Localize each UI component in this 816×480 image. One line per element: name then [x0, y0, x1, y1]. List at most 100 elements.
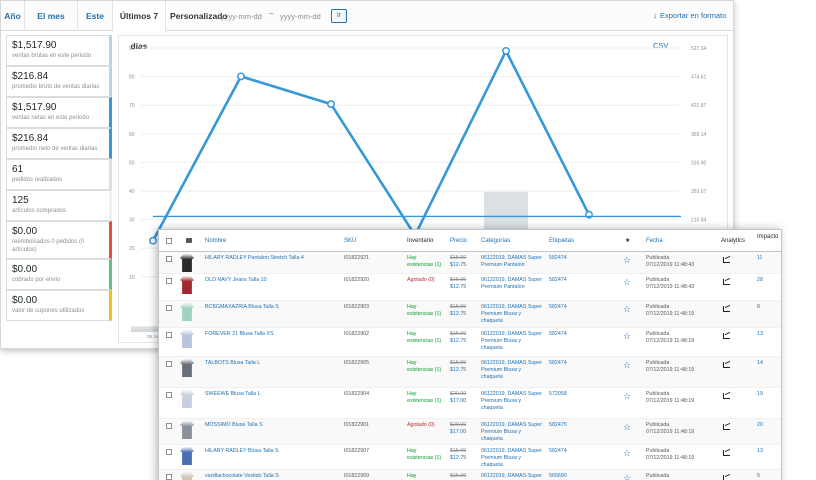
analytics-chart-icon[interactable] [723, 257, 730, 263]
right-axis-tick: 474.61 [691, 75, 707, 81]
table-row[interactable]: TALBOTS Blusa Talla L I01822905 Hay existe… [159, 357, 781, 388]
table-row[interactable]: BCBGMAXAZRIA Blusa Talla S I01822903 Hay e… [159, 301, 781, 328]
column-header[interactable]: SKU [344, 230, 356, 252]
product-tags[interactable]: 582475 [549, 422, 567, 429]
legend-item[interactable]: $0.00 reembolsados 0 pedidos (0 artículos… [6, 221, 112, 259]
legend-item[interactable]: $0.00 valor de cupones utilizados [6, 290, 112, 321]
table-row[interactable]: OLD NAVY Jeans Talla 10 I01822920 Agotado … [159, 274, 781, 301]
product-name-link[interactable]: SWEEWE Blusa Talla L [205, 391, 261, 398]
product-tags[interactable]: 582474 [549, 360, 567, 367]
table-row[interactable]: MOSSIMO Blusa Talla S I01822901 Agotado (0… [159, 419, 781, 445]
product-categories[interactable]: 06122019, DAMAS Super Premium Pantalon [481, 277, 543, 291]
product-name-link[interactable]: MOSSIMO Blusa Talla S [205, 422, 263, 429]
product-thumbnail[interactable] [180, 421, 194, 439]
product-tags[interactable]: 582474 [549, 331, 567, 338]
product-name-link[interactable]: BCBGMAXAZRIA Blusa Talla S [205, 304, 279, 311]
table-row[interactable]: SWEEWE Blusa Talla L I01822904 Hay existen… [159, 388, 781, 419]
featured-star-icon[interactable]: ☆ [623, 473, 631, 480]
column-header[interactable]: Etiquetas [549, 230, 574, 252]
product-tags[interactable]: 582474 [549, 277, 567, 284]
row-checkbox[interactable] [166, 332, 172, 338]
product-thumbnail[interactable] [180, 303, 194, 321]
product-categories[interactable]: 06122019, DAMAS Super Premium Pantalon [481, 255, 543, 269]
featured-star-icon[interactable]: ☆ [623, 277, 631, 288]
featured-star-icon[interactable]: ☆ [623, 422, 631, 433]
row-checkbox[interactable] [166, 256, 172, 262]
legend-item[interactable]: 61 pedidos realizados [6, 159, 112, 190]
analytics-chart-icon[interactable] [723, 279, 730, 285]
product-categories[interactable]: 06122019, DAMAS Super Premium Blusa y ch… [481, 448, 543, 469]
featured-star-icon[interactable]: ☆ [623, 391, 631, 402]
legend-item[interactable]: $216.84 promedio neto de ventas diarias [6, 128, 112, 159]
export-csv-link[interactable]: ↓ Exportar en formato CSV [653, 1, 733, 50]
row-checkbox[interactable] [166, 392, 172, 398]
product-tags[interactable]: 582474 [549, 255, 567, 262]
product-tags[interactable]: 582474 [549, 448, 567, 455]
table-row[interactable]: FOREVER 21 Blusa Talla XS I01822902 Hay ex… [159, 328, 781, 357]
featured-star-icon[interactable]: ☆ [623, 255, 631, 266]
row-checkbox[interactable] [166, 361, 172, 367]
column-header[interactable]: Nombre [205, 230, 226, 252]
product-thumbnail[interactable] [180, 254, 194, 272]
analytics-chart-icon[interactable] [723, 306, 730, 312]
column-header[interactable]: Categorías [481, 230, 510, 252]
row-checkbox[interactable] [166, 423, 172, 429]
product-categories[interactable]: 06122019, DAMAS Super Premium Blusa y ch… [481, 304, 543, 325]
featured-star-icon[interactable]: ☆ [623, 448, 631, 459]
product-thumbnail[interactable] [180, 390, 194, 408]
product-thumbnail[interactable] [180, 330, 194, 348]
product-name-link[interactable]: HILARY RADLEY Pantalon Stretch Talla 4 [205, 255, 304, 262]
product-name-link[interactable]: vanillachocolate Vestido Talla S [205, 473, 279, 480]
column-header[interactable]: Precio [450, 230, 467, 252]
analytics-chart-icon[interactable] [723, 424, 730, 430]
product-categories[interactable]: 06122019, DAMAS Super Premium Blusa y ch… [481, 391, 543, 412]
featured-star-icon[interactable]: ☆ [623, 331, 631, 342]
featured-star-header[interactable]: ★ [625, 230, 630, 252]
date-from-input[interactable]: yyyy-mm-dd [221, 10, 267, 23]
product-thumbnail[interactable] [180, 359, 194, 377]
legend-item[interactable]: $1,517.90 ventas netas en este periodo [6, 97, 112, 128]
legend-item[interactable]: $1,517.90 ventas brutas en este periodo [6, 35, 112, 66]
product-name-link[interactable]: TALBOTS Blusa Talla L [205, 360, 260, 367]
featured-star-icon[interactable]: ☆ [623, 304, 631, 315]
table-row[interactable]: vanillachocolate Vestido Talla S I0182290… [159, 470, 781, 480]
tab-this-month[interactable]: Este mes [78, 1, 113, 51]
legend-item[interactable]: $216.84 promedio bruto de ventas diarias [6, 66, 112, 97]
table-row[interactable]: HILARY RADLEY Pantalon Stretch Talla 4 I0… [159, 252, 781, 274]
analytics-chart-icon[interactable] [723, 362, 730, 368]
publish-status: Publicada [646, 255, 670, 261]
row-checkbox[interactable] [166, 474, 172, 480]
product-thumbnail[interactable] [180, 447, 194, 465]
product-thumbnail[interactable] [180, 472, 194, 480]
row-checkbox[interactable] [166, 449, 172, 455]
product-name-link[interactable]: HILARY RADLEY Blusa Talla S [205, 448, 279, 455]
product-categories[interactable]: 06122019, DAMAS Super Premium Blusa y ch… [481, 331, 543, 352]
product-name-link[interactable]: OLD NAVY Jeans Talla 10 [205, 277, 267, 284]
go-button[interactable]: Ir [331, 9, 347, 23]
product-tags[interactable]: 582474 [549, 304, 567, 311]
table-row[interactable]: HILARY RADLEY Blusa Talla S I01822907 Hay … [159, 445, 781, 470]
product-sku: I01822902 [344, 331, 370, 337]
column-header[interactable]: Fecha [646, 230, 663, 252]
analytics-chart-icon[interactable] [723, 475, 730, 480]
analytics-chart-icon[interactable] [723, 450, 730, 456]
product-thumbnail[interactable] [180, 276, 194, 294]
legend-item[interactable]: 125 artículos comprados [6, 190, 112, 221]
product-name-link[interactable]: FOREVER 21 Blusa Talla XS [205, 331, 274, 338]
analytics-chart-icon[interactable] [723, 333, 730, 339]
product-categories[interactable]: 06122019, DAMAS Super Premium [481, 473, 543, 480]
tab-last-7-days[interactable]: Últimos 7 días [113, 1, 166, 51]
tab-last-month[interactable]: El mes pasado [25, 1, 78, 51]
select-all-checkbox[interactable] [166, 238, 172, 244]
featured-star-icon[interactable]: ☆ [623, 360, 631, 371]
product-tags[interactable]: 565690 [549, 473, 567, 480]
date-to-input[interactable]: yyyy-mm-dd [280, 10, 326, 23]
legend-item[interactable]: $0.00 cobrado por envío [6, 259, 112, 290]
product-categories[interactable]: 06122019, DAMAS Super Premium Blusa y ch… [481, 422, 543, 443]
product-categories[interactable]: 06122019, DAMAS Super Premium Blusa y ch… [481, 360, 543, 381]
tab-year[interactable]: Año [1, 1, 25, 31]
analytics-chart-icon[interactable] [723, 393, 730, 399]
row-checkbox[interactable] [166, 305, 172, 311]
product-tags[interactable]: 572058 [549, 391, 567, 398]
row-checkbox[interactable] [166, 278, 172, 284]
